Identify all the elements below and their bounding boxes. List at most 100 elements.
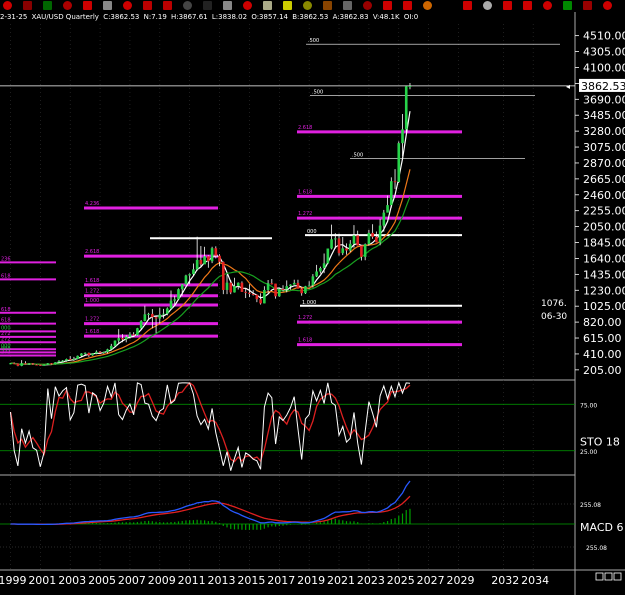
candle-body: [139, 321, 143, 329]
candle-body: [319, 267, 322, 272]
candle-body: [76, 355, 79, 359]
x-tick-label: 2011: [178, 574, 206, 587]
candle-body: [386, 205, 389, 213]
price-tick-label: 2870.00: [583, 157, 625, 170]
candle-body: [27, 363, 31, 365]
annotation-label: 06-30: [541, 312, 567, 322]
projection-label: .500: [352, 152, 363, 158]
price-tick-label: 4100.00: [583, 61, 625, 74]
candle-body: [207, 256, 210, 262]
candle-body: [162, 313, 165, 315]
candle-body: [337, 238, 341, 254]
candle-body: [98, 351, 102, 353]
stoch-tick-label: 25.00: [580, 449, 597, 456]
candle-body: [356, 235, 360, 246]
candle-body: [281, 288, 285, 290]
candle-body: [68, 359, 72, 361]
price-chart[interactable]: 4.236 2.618 1.618 1.272 1.000 1.272 1.618 2.618…: [0, 0, 625, 595]
price-tick-label: 4510.00: [583, 30, 625, 43]
candle-body: [263, 289, 266, 304]
price-tick-label: 820.00: [583, 316, 622, 329]
candle-body: [311, 276, 315, 286]
square-icon: [613, 572, 622, 581]
price-tick-label: 4305.00: [583, 46, 625, 59]
candle-body: [259, 299, 262, 304]
stoch-tick-label: 75.00: [580, 402, 597, 409]
candle-body: [192, 269, 195, 275]
candle-body: [35, 364, 38, 366]
candle-body: [367, 232, 371, 245]
candle-body: [277, 288, 281, 297]
candle-body: [61, 360, 65, 362]
candle-body: [326, 248, 330, 264]
fib-level-label: 272: [1, 349, 11, 355]
fib-level-label: 1.618: [298, 189, 312, 195]
candle-body: [221, 261, 225, 290]
candle-body: [195, 260, 199, 270]
fib-level-label: 1.272: [85, 317, 99, 323]
price-tick-label: 3075.00: [583, 141, 625, 154]
fib-level-label: 2.618: [298, 125, 312, 131]
candle-body: [12, 363, 16, 365]
x-tick-label: 2017: [267, 574, 295, 587]
x-tick-label: 2007: [118, 574, 146, 587]
candle-body: [251, 293, 255, 295]
candle-body: [180, 284, 184, 290]
price-tick-label: 3280.00: [583, 125, 625, 138]
candle-body: [53, 362, 57, 365]
fib-level-label: 4.236: [85, 201, 99, 207]
annotation-label: 1076.: [541, 299, 567, 309]
x-tick-label: 2005: [88, 574, 116, 587]
candle-body: [300, 288, 303, 294]
candle-body: [375, 236, 378, 243]
x-tick-label: 2015: [237, 574, 265, 587]
x-tick-label: 2027: [417, 574, 445, 587]
x-tick-label: 2009: [148, 574, 176, 587]
projection-label: 000: [307, 229, 317, 235]
candle-body: [154, 317, 158, 319]
price-tick-label: 1845.00: [583, 237, 625, 250]
candle-body: [345, 248, 348, 251]
candle-body: [408, 85, 412, 87]
candle-body: [143, 314, 147, 322]
candle-body: [31, 363, 35, 365]
fib-level-label: 618: [1, 307, 11, 313]
price-tick-label: 615.00: [583, 332, 622, 345]
fib-level-label: 1.618: [85, 278, 99, 284]
candle-body: [210, 248, 214, 262]
candle-body: [244, 291, 247, 293]
square-icon: [604, 572, 613, 581]
candle-body: [80, 353, 83, 356]
price-tick-label: 1435.00: [583, 268, 625, 281]
candle-body: [57, 361, 61, 363]
last-price-label: 3862.53: [581, 80, 625, 93]
candle-body: [72, 358, 76, 360]
candle-body: [363, 244, 367, 257]
price-tick-label: 1230.00: [583, 284, 625, 297]
candle-body: [330, 239, 333, 249]
candle-body: [378, 225, 382, 243]
candle-body: [255, 294, 259, 300]
price-tick-label: 2050.00: [583, 221, 625, 234]
stoch-d-line: [9, 382, 411, 463]
candle-body: [393, 181, 397, 183]
x-tick-label: 2029: [447, 574, 475, 587]
square-icon: [595, 572, 604, 581]
candle-body: [24, 363, 27, 365]
candle-body: [315, 271, 318, 277]
macd-tick-label: 255.08: [580, 502, 601, 509]
candle-body: [16, 363, 20, 366]
candle-body: [274, 283, 277, 297]
candle-body: [184, 275, 188, 285]
last-price-arrow: ◂: [566, 82, 570, 91]
candle-body: [371, 232, 374, 237]
candle-body: [65, 359, 68, 361]
candle-body: [169, 300, 173, 309]
candle-body: [199, 260, 203, 265]
fib-level-label: 1.618: [298, 338, 312, 344]
candle-body: [304, 286, 307, 294]
candle-body: [233, 286, 236, 293]
macd-tick-label: 255.08: [586, 545, 607, 552]
price-tick-label: 3485.00: [583, 109, 625, 122]
x-tick-label: 2019: [297, 574, 325, 587]
